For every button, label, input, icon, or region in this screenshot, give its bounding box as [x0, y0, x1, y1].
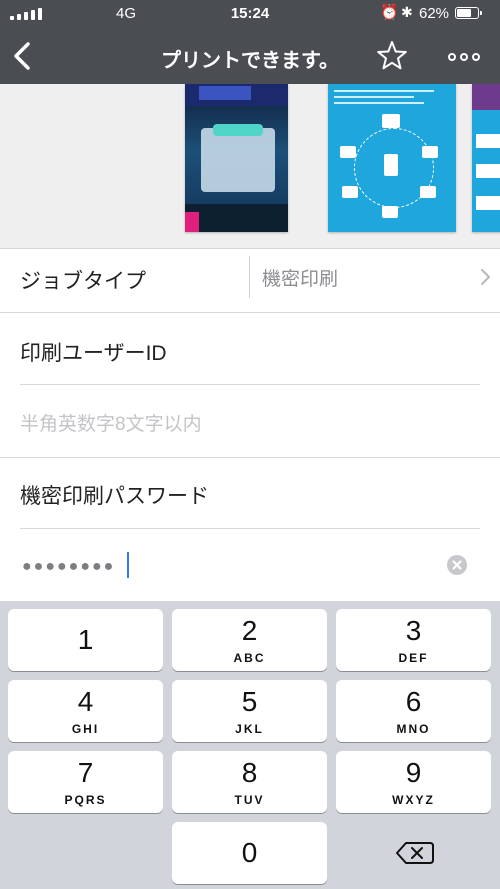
key-letters: ABC [233, 651, 266, 665]
key-digit: 5 [241, 686, 258, 717]
page-thumbnail[interactable] [328, 84, 456, 232]
key-6[interactable]: 6 MNO [336, 680, 491, 742]
user-id-field[interactable]: 半角英数字8文字以内 [0, 385, 500, 457]
user-id-placeholder: 半角英数字8文字以内 [20, 414, 202, 435]
key-digit: 7 [77, 757, 94, 788]
battery-icon [455, 7, 482, 19]
page-thumbnail[interactable] [472, 84, 500, 232]
key-letters: JKL [235, 722, 264, 736]
key-1[interactable]: 1 [8, 609, 163, 671]
key-7[interactable]: 7 PQRS [8, 751, 163, 813]
battery-percentage: 62% [419, 5, 450, 22]
backspace-key[interactable] [336, 822, 500, 884]
more-options-button[interactable] [446, 36, 482, 76]
user-id-label: 印刷ユーザーID [20, 342, 167, 365]
key-letters: GHI [71, 722, 100, 736]
text-caret [127, 552, 129, 578]
more-horizontal-icon [448, 53, 480, 61]
key-digit: 3 [405, 615, 422, 646]
key-digit: 9 [405, 757, 422, 788]
key-digit: 2 [241, 615, 258, 646]
page-thumbnail[interactable] [185, 84, 288, 232]
user-id-section: 印刷ユーザーID [0, 313, 500, 385]
key-letters: WXYZ [392, 793, 435, 807]
key-0[interactable]: 0 [172, 822, 327, 884]
key-2[interactable]: 2 ABC [172, 609, 327, 671]
key-letters: DEF [398, 651, 429, 665]
job-type-label: ジョブタイプ [20, 270, 146, 293]
status-bar: 4G 15:24 ⏰ ✱ 62% [0, 0, 500, 28]
key-4[interactable]: 4 GHI [8, 680, 163, 742]
key-digit: 1 [77, 624, 94, 655]
password-section: 機密印刷パスワード [0, 458, 500, 528]
clear-button[interactable] [447, 555, 467, 575]
document-preview-strip[interactable] [0, 84, 500, 249]
key-letters: PQRS [64, 793, 107, 807]
chevron-right-icon [481, 269, 490, 285]
key-8[interactable]: 8 TUV [172, 751, 327, 813]
password-field[interactable]: ●●●●●●●● [0, 550, 500, 582]
favorite-button[interactable] [374, 36, 410, 76]
key-digit: 6 [405, 686, 422, 717]
job-type-value: 機密印刷 [262, 269, 339, 290]
backspace-icon [396, 842, 434, 864]
key-9[interactable]: 9 WXYZ [336, 751, 491, 813]
clear-x-icon [452, 560, 462, 570]
key-3[interactable]: 3 DEF [336, 609, 491, 671]
page-title: プリントできます。 [161, 50, 339, 72]
alarm-icon: ⏰ [380, 4, 399, 21]
key-letters: TUV [234, 793, 265, 807]
key-digit: 0 [241, 837, 258, 868]
divider [20, 528, 480, 529]
password-label: 機密印刷パスワード [20, 485, 209, 508]
key-5[interactable]: 5 JKL [172, 680, 327, 742]
navigation-bar: プリントできます。 [0, 28, 500, 84]
key-letters: MNO [396, 722, 431, 736]
password-dots: ●●●●●●●● [22, 558, 116, 575]
divider [249, 256, 250, 298]
key-digit: 8 [241, 757, 258, 788]
job-type-row[interactable]: ジョブタイプ 機密印刷 [0, 248, 500, 312]
key-digit: 4 [77, 686, 94, 717]
bluetooth-icon: ✱ [401, 4, 413, 20]
star-outline-icon [377, 41, 407, 70]
